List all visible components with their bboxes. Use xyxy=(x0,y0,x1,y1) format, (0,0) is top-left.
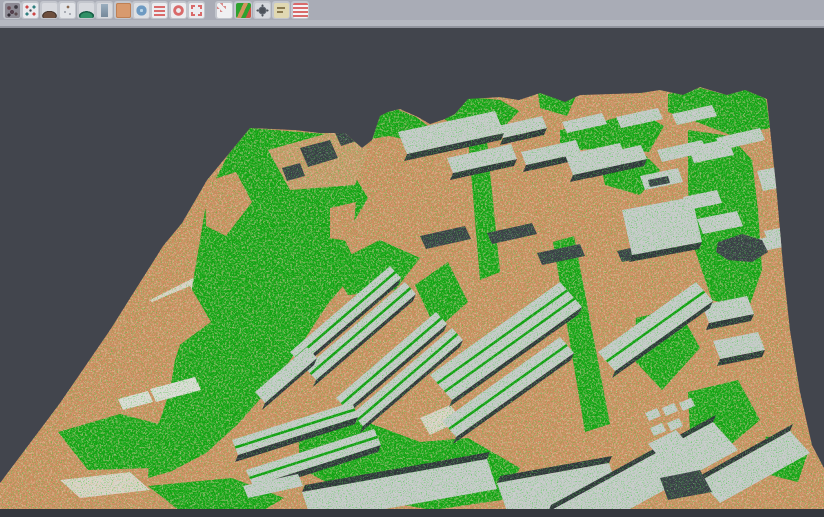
point-cloud-noise-icon xyxy=(5,3,20,18)
point-cloud xyxy=(0,0,824,517)
toolbar-button-ortho-square[interactable] xyxy=(114,1,132,19)
terrain-brown-icon xyxy=(42,3,57,18)
red-stripes-icon xyxy=(293,3,308,18)
toolbar-button-circle-select[interactable] xyxy=(169,1,187,19)
transform-arrows-icon xyxy=(23,3,38,18)
speckle-layer xyxy=(0,0,824,517)
point-cloud-scene xyxy=(0,0,824,517)
grid-checker-icon xyxy=(217,3,232,18)
dark-gear-icon xyxy=(255,3,270,18)
toolbar-button-yellow-note[interactable] xyxy=(272,1,290,19)
toolbar-button-terrain-brown[interactable] xyxy=(40,1,58,19)
main-toolbar xyxy=(0,0,824,20)
toolbar-button-classified-map[interactable] xyxy=(234,1,252,19)
toolbar-button-grid-checker[interactable] xyxy=(215,1,233,19)
rect-select-icon xyxy=(189,3,204,18)
application-window xyxy=(0,0,824,517)
toolbar-button-red-stripes[interactable] xyxy=(291,1,309,19)
toolbar-button-rect-select[interactable] xyxy=(187,1,205,19)
globe-icon xyxy=(134,3,149,18)
profile-slab-icon xyxy=(97,3,112,18)
classified-map-icon xyxy=(236,3,251,18)
toolbar-button-transform-arrows[interactable] xyxy=(21,1,39,19)
toolbar-button-point-cloud-noise[interactable] xyxy=(3,1,21,19)
toolbar-edge-line xyxy=(0,26,824,28)
circle-select-icon xyxy=(171,3,186,18)
bottom-cutoff-strip xyxy=(0,509,824,517)
sparse-points-icon xyxy=(60,3,75,18)
toolbar-button-dark-gear[interactable] xyxy=(253,1,271,19)
toolbar-button-profile-slab[interactable] xyxy=(95,1,113,19)
toolbar-button-vegetation-hill[interactable] xyxy=(77,1,95,19)
vegetation-hill-icon xyxy=(79,3,94,18)
yellow-note-icon xyxy=(274,3,289,18)
red-bars-icon xyxy=(152,3,167,18)
3d-viewport[interactable] xyxy=(0,0,824,517)
ortho-square-icon xyxy=(116,3,131,18)
toolbar-button-red-bars[interactable] xyxy=(150,1,168,19)
toolbar-button-sparse-points[interactable] xyxy=(58,1,76,19)
toolbar-button-globe[interactable] xyxy=(132,1,150,19)
